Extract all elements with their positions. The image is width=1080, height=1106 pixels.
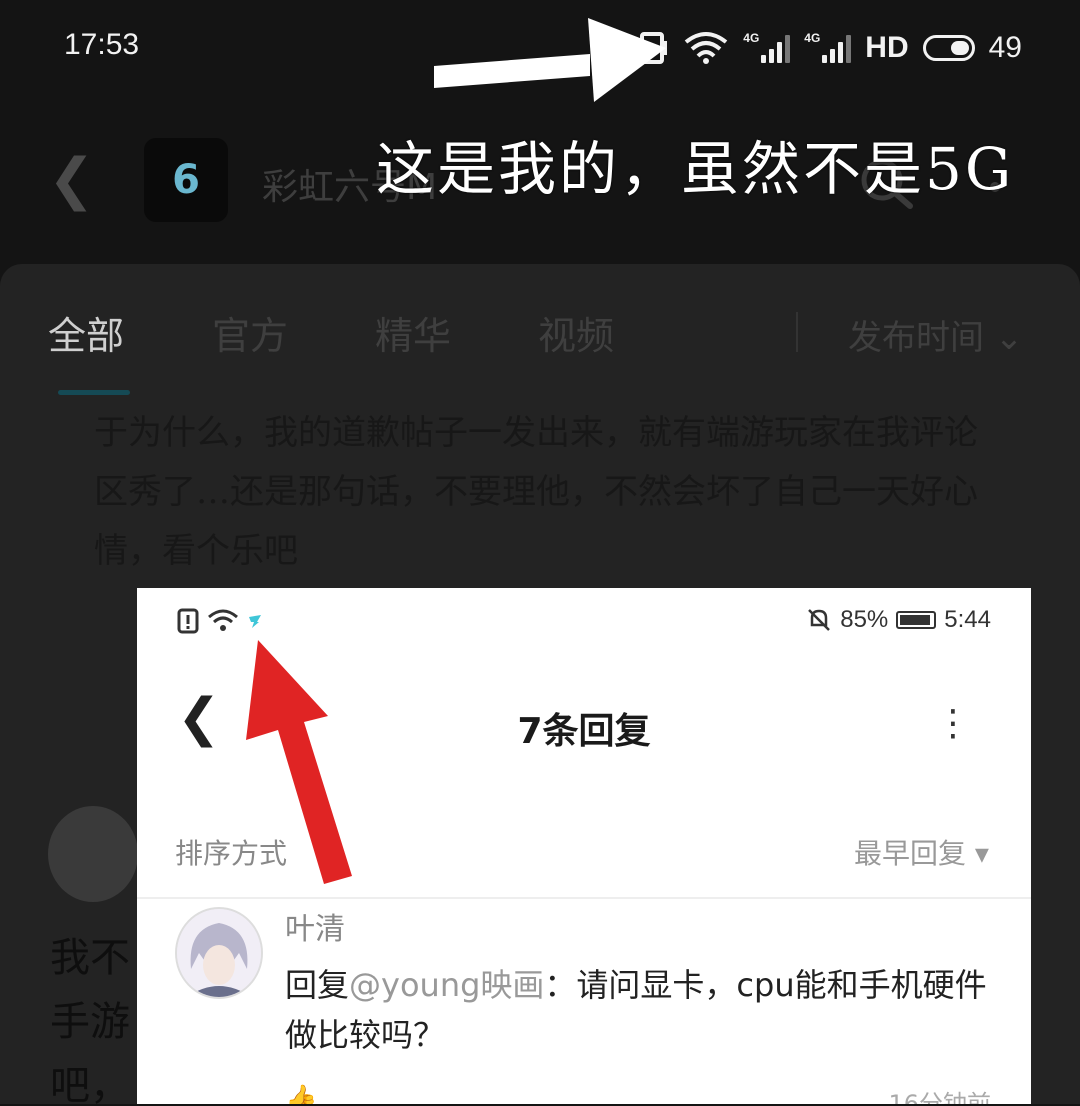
status-icons: 4G 4G HD 49 — [639, 28, 1022, 68]
reply-mention[interactable]: @young映画 — [349, 966, 544, 1004]
inset-username[interactable]: 叶清 — [285, 904, 345, 948]
inset-wifi-icon — [208, 609, 238, 631]
inset-sort-dropdown[interactable]: 最早回复 ▾ — [854, 832, 989, 872]
hd-label: HD — [865, 31, 909, 64]
post-body-text: 于为什么，我的道歉帖子一发出来，就有端游玩家在我评论区秀了…还是那句话，不要理他… — [94, 413, 978, 571]
commenter-avatar[interactable] — [48, 806, 138, 902]
back-icon[interactable]: ❮ — [48, 152, 95, 208]
inset-status-icons-right: 85% 5:44 — [806, 606, 991, 634]
inset-status-icons-left — [177, 608, 263, 634]
avatar-illustration — [177, 909, 261, 997]
tab-official[interactable]: 官方 — [212, 305, 288, 360]
background-comment-text: 我不 手游 吧，i — [50, 935, 130, 1106]
tab-divider — [796, 312, 798, 352]
tab-featured[interactable]: 精华 — [375, 305, 451, 360]
inset-reply-text: 回复@young映画：请问显卡，cpu能和手机硬件做比较吗？ — [285, 960, 1005, 1060]
inset-more-menu-icon[interactable]: ⋮ — [935, 706, 971, 742]
inset-like-icon[interactable]: 👍 — [285, 1084, 317, 1104]
app-notification-icon — [249, 615, 261, 628]
inset-comment-time: 16分钟前 — [888, 1090, 991, 1104]
red-arrow-annotation — [246, 640, 352, 884]
cell-signal-2-icon: 4G — [804, 31, 852, 63]
cell-signal-1-icon: 4G — [743, 31, 791, 63]
inset-user-avatar[interactable] — [175, 907, 263, 999]
inset-divider — [137, 897, 1031, 899]
network-type-label: 4G — [804, 31, 821, 45]
wifi-icon — [685, 32, 728, 64]
battery-icon — [922, 35, 975, 61]
active-tab-indicator — [58, 390, 130, 395]
annotation-text: 这是我的，虽然不是5G — [376, 135, 1015, 203]
reply-prefix: 回复 — [285, 966, 350, 1004]
inset-battery-icon — [896, 611, 937, 629]
alert-icon — [177, 608, 199, 634]
inset-time: 5:44 — [944, 606, 991, 633]
battery-level: 49 — [988, 31, 1022, 64]
tab-video[interactable]: 视频 — [538, 305, 614, 360]
inset-battery-percent: 85% — [840, 606, 889, 633]
white-arrow-annotation — [434, 18, 666, 102]
status-time: 17:53 — [64, 28, 140, 61]
network-type-label: 4G — [743, 31, 760, 45]
tab-all[interactable]: 全部 — [48, 305, 124, 360]
game-logo: 6 — [144, 138, 228, 222]
game-logo-text: 6 — [172, 157, 200, 203]
sort-dropdown[interactable]: 发布时间 ⌄ — [848, 310, 1023, 359]
mute-bell-icon — [808, 609, 831, 631]
